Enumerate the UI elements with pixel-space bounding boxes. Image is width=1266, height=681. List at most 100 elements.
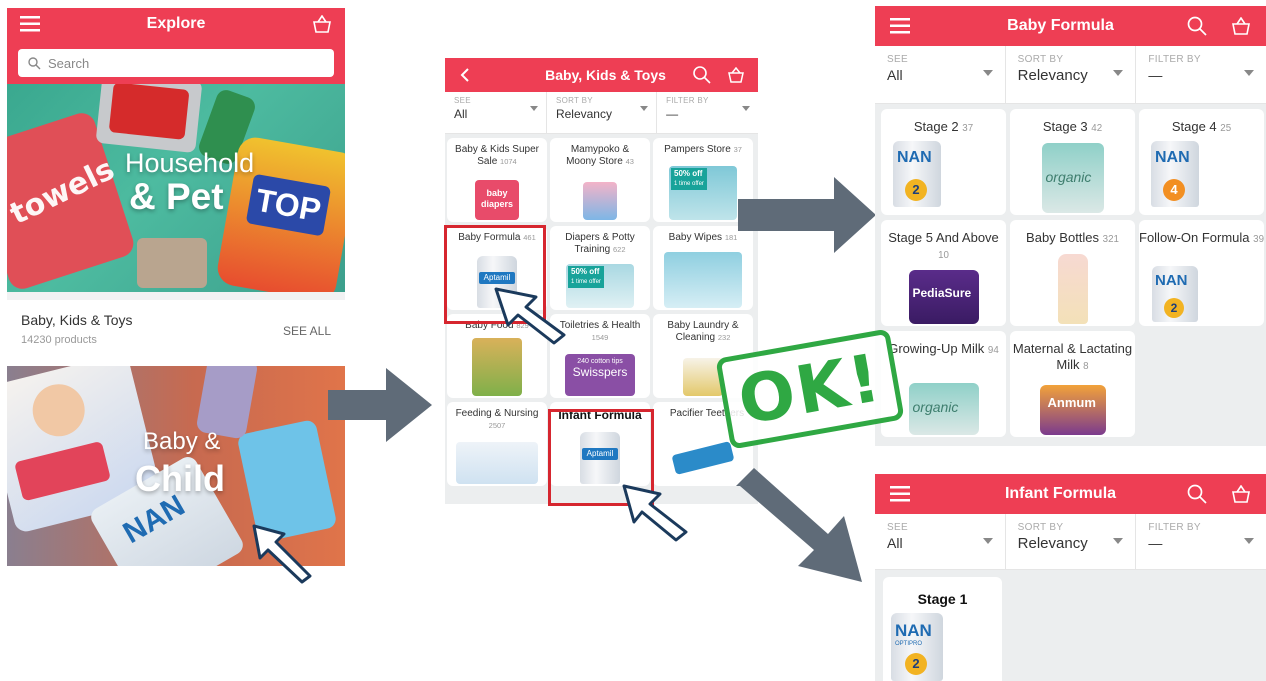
pointer-cursor-icon [494, 287, 566, 345]
product-image: PediaSure [908, 270, 979, 324]
filter-label: FILTER BY [666, 96, 709, 105]
category-card[interactable]: Mamypoko & Moony Store 43 [550, 138, 650, 222]
subcategory-card[interactable]: Growing-Up Milk 94 organic [881, 331, 1006, 437]
see-dropdown[interactable]: SEE All [875, 46, 1006, 103]
sort-value: Relevancy [1017, 535, 1088, 552]
baby-formula-screen: Baby Formula SEE All SORT BY Relevancy F… [875, 6, 1266, 446]
category-name: Pampers Store [664, 144, 731, 155]
product-label: PediaSure [912, 286, 972, 300]
filter-dropdown[interactable]: FILTER BY — [657, 92, 758, 133]
search-icon[interactable] [1186, 15, 1208, 37]
product-label: NAN [1155, 149, 1190, 166]
subcategory-card[interactable]: Stage 4 25 NAN 4 [1139, 109, 1264, 215]
category-count: 622 [613, 245, 626, 254]
subcategory-name: Stage 1 [917, 591, 968, 607]
subcategory-card[interactable]: Maternal & Lactating Milk 8 Anmum [1010, 331, 1135, 437]
product-image: NAN 4 [1151, 141, 1199, 207]
back-icon[interactable] [457, 67, 473, 83]
chevron-down-icon [742, 106, 750, 111]
product-label: organic [1045, 169, 1092, 185]
offer-badge: 50% off [571, 267, 600, 276]
product-label: NAN [895, 621, 932, 640]
subcategory-name: Stage 2 [913, 119, 959, 134]
product-image [583, 182, 617, 220]
filter-value: — [666, 107, 679, 121]
sort-value: Relevancy [555, 107, 612, 121]
subcategory-card[interactable]: Stage 2 37 NAN 2 [881, 109, 1006, 215]
subcategory-card[interactable]: Follow-On Formula 39 NAN 2 [1139, 220, 1264, 326]
product-sub-label: 240 cotton tips [577, 358, 623, 365]
subcategory-card[interactable]: Baby Bottles 321 [1010, 220, 1135, 326]
search-icon[interactable] [692, 65, 712, 85]
chevron-down-icon [982, 538, 993, 544]
chevron-down-icon [1244, 70, 1255, 76]
subcategory-card[interactable]: Stage 3 42 organic [1010, 109, 1135, 215]
filter-value: — [1148, 67, 1163, 83]
filter-dropdown[interactable]: FILTER BY — [1136, 46, 1266, 103]
sort-dropdown[interactable]: SORT BY Relevancy [1006, 514, 1137, 569]
subcategory-count: 94 [987, 345, 999, 356]
filter-dropdown[interactable]: FILTER BY — [1136, 514, 1266, 569]
page-title: Baby, Kids & Toys [545, 67, 666, 83]
see-label: SEE [887, 522, 908, 533]
subcategory-card[interactable]: Stage 5 And Above 10 PediaSure [881, 220, 1006, 326]
see-dropdown[interactable]: SEE All [875, 514, 1006, 569]
product-image [671, 441, 735, 475]
household-pet-banner[interactable]: towels TOP Household & Pet [7, 84, 345, 292]
subcategory-count: 37 [962, 123, 974, 134]
filter-bar: SEE All SORT BY Relevancy FILTER BY — [875, 514, 1266, 570]
flow-arrow-icon [736, 468, 862, 582]
sort-label: SORT BY [555, 96, 593, 105]
product-image: NAN 2 [1152, 266, 1198, 322]
chevron-down-icon [982, 70, 993, 76]
see-value: All [454, 107, 468, 121]
see-value: All [887, 535, 903, 551]
search-input[interactable]: Search [18, 49, 334, 77]
product-image: organic [1041, 143, 1104, 213]
see-all-link[interactable]: SEE ALL [283, 324, 331, 338]
page-title: Baby Formula [1007, 17, 1114, 34]
category-name: Mamypoko & Moony Store [566, 144, 630, 167]
subcategory-name: Follow-On Formula [1139, 230, 1250, 245]
basket-icon[interactable] [1230, 484, 1252, 504]
category-card[interactable]: Feeding & Nursing 2507 [447, 402, 547, 486]
filter-bar: SEE All SORT BY Relevancy FILTER BY — [445, 92, 758, 134]
banner-household-line1: Household [125, 148, 255, 178]
offer-badge-sub: 1 time offer [674, 181, 704, 187]
product-label: Anmum [1047, 395, 1096, 410]
category-header: Baby, Kids & Toys [445, 58, 758, 92]
search-placeholder: Search [48, 55, 90, 71]
search-icon[interactable] [1186, 483, 1208, 505]
filter-label: FILTER BY [1148, 522, 1201, 533]
sort-dropdown[interactable]: SORT BY Relevancy [1006, 46, 1137, 103]
see-dropdown[interactable]: SEE All [445, 92, 547, 133]
menu-icon[interactable] [889, 485, 911, 503]
subcategory-name: Baby Bottles [1026, 230, 1100, 245]
subcategory-card[interactable]: Stage 1 NAN OPTIPRO 2 [883, 577, 1002, 681]
sort-dropdown[interactable]: SORT BY Relevancy [547, 92, 658, 133]
product-label: NAN [1155, 272, 1188, 289]
banner-household-line2: & Pet [129, 176, 224, 217]
banner-baby-line2: Child [135, 458, 225, 499]
basket-icon[interactable] [726, 66, 746, 84]
product-image: Anmum [1039, 385, 1106, 435]
section-title: Baby, Kids & Toys [21, 312, 133, 328]
product-image [664, 252, 742, 308]
chevron-down-icon [529, 106, 538, 111]
basket-icon[interactable] [311, 14, 333, 34]
menu-icon[interactable] [19, 15, 41, 33]
sort-label: SORT BY [1017, 522, 1064, 533]
menu-icon[interactable] [889, 17, 911, 35]
see-label: SEE [454, 96, 471, 105]
subcategory-name: Stage 3 [1042, 119, 1088, 134]
subcategory-name: Stage 5 And Above [888, 230, 999, 245]
see-label: SEE [887, 54, 908, 65]
product-image: 50% off 1 time offer [669, 166, 737, 220]
subcategory-count: 25 [1220, 123, 1232, 134]
basket-icon[interactable] [1230, 16, 1252, 36]
search-icon [27, 56, 41, 70]
category-card[interactable]: Baby & Kids Super Sale 1074 baby diapers [447, 138, 547, 222]
category-count: 37 [733, 145, 742, 154]
product-label: NAN [897, 149, 932, 166]
subcategory-count: 8 [1083, 360, 1089, 372]
